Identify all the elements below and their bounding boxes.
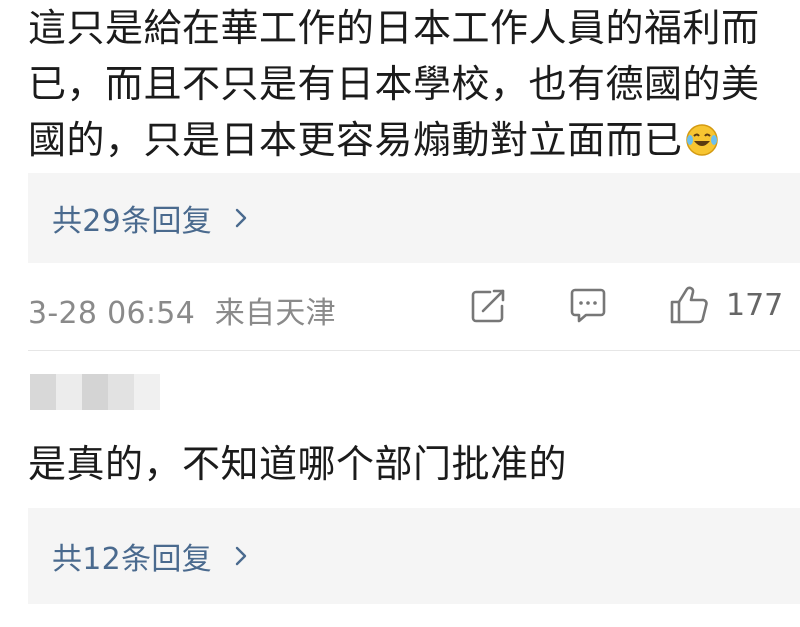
- replies-count-text: 共12条回复: [52, 542, 212, 577]
- replies-link[interactable]: 共12条回复: [28, 508, 800, 604]
- chevron-right-icon: [235, 546, 247, 566]
- thumbs-up-icon[interactable]: [668, 284, 710, 326]
- comment-meta-row: 3-28 06:54 来自天津 177: [28, 278, 788, 334]
- replies-label[interactable]: 共12条回复: [52, 508, 252, 604]
- comment-text: 這只是給在華工作的日本工作人員的福利而已，而且不只是有日本學校，也有德國的美國的…: [28, 0, 786, 168]
- replies-link[interactable]: 共29条回复: [28, 173, 800, 263]
- chevron-right-icon: [235, 208, 247, 228]
- replies-count-text: 共29条回复: [52, 204, 212, 239]
- comment-body: 這只是給在華工作的日本工作人員的福利而已，而且不只是有日本學校，也有德國的美國的…: [28, 6, 760, 162]
- comment-icon[interactable]: [568, 286, 608, 326]
- like-count: 177: [726, 288, 784, 323]
- laughing-crying-emoji-icon: [685, 124, 718, 156]
- timestamp-location: 3-28 06:54 来自天津: [28, 296, 336, 331]
- share-icon[interactable]: [468, 286, 508, 326]
- redacted-username: [30, 374, 160, 410]
- comment-divider: [28, 350, 800, 351]
- comment-body: 是真的，不知道哪个部门批准的: [28, 442, 568, 486]
- replies-label[interactable]: 共29条回复: [52, 173, 252, 263]
- comment-text: 是真的，不知道哪个部门批准的: [28, 436, 786, 492]
